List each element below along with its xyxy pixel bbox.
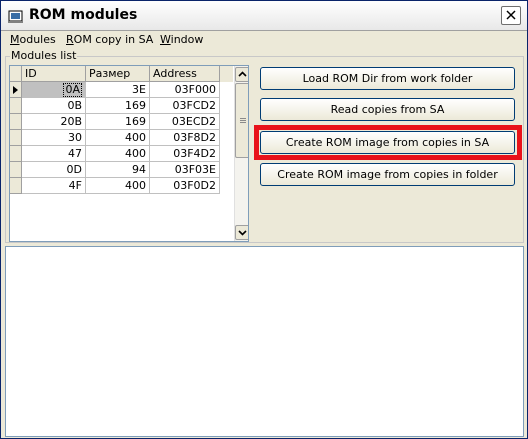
- table-row[interactable]: 0B 169 03FCD2: [10, 98, 233, 114]
- column-header-address[interactable]: Address: [150, 66, 220, 82]
- scroll-up-button[interactable]: [235, 67, 248, 82]
- row-indicator: [10, 114, 22, 130]
- table-row[interactable]: 47 400 03F4D2: [10, 146, 233, 162]
- cell-address[interactable]: 03F8D2: [150, 130, 220, 146]
- menu-rom-copy[interactable]: ROM copy in SA: [66, 33, 153, 46]
- chevron-down-icon: [238, 230, 247, 236]
- table-row[interactable]: 0A 3E 03F000: [10, 82, 233, 98]
- cell-address[interactable]: 03F03E: [150, 162, 220, 178]
- row-indicator: [10, 82, 22, 98]
- column-header-id[interactable]: ID: [22, 66, 86, 82]
- cell-id[interactable]: 0D: [22, 162, 86, 178]
- modules-grid[interactable]: ID Размер Address 0A 3E 03F000 0B 169 03…: [9, 65, 249, 242]
- close-button[interactable]: [501, 6, 521, 25]
- cell-address[interactable]: 03F4D2: [150, 146, 220, 162]
- column-header-size[interactable]: Размер: [86, 66, 150, 82]
- cell-size[interactable]: 169: [86, 114, 150, 130]
- create-rom-from-sa-button[interactable]: Create ROM image from copies in SA: [260, 131, 515, 154]
- chevron-up-icon: [238, 71, 247, 77]
- row-indicator: [10, 98, 22, 114]
- output-panel[interactable]: [5, 246, 524, 437]
- row-indicator: [10, 130, 22, 146]
- row-indicator: [10, 178, 22, 194]
- scroll-thumb[interactable]: [235, 83, 248, 158]
- app-icon: [7, 8, 25, 24]
- table-row[interactable]: 20B 169 03ECD2: [10, 114, 233, 130]
- menu-bar: Modules ROM copy in SA Window: [1, 31, 527, 49]
- cell-size[interactable]: 3E: [86, 82, 150, 98]
- row-pointer-icon: [13, 86, 18, 94]
- cell-address[interactable]: 03FCD2: [150, 98, 220, 114]
- create-rom-from-folder-button[interactable]: Create ROM image from copies in folder: [260, 163, 515, 186]
- cell-address[interactable]: 03ECD2: [150, 114, 220, 130]
- cell-id[interactable]: 0B: [22, 98, 86, 114]
- cell-address[interactable]: 03F000: [150, 82, 220, 98]
- table-row[interactable]: 4F 400 03F0D2: [10, 178, 233, 194]
- close-icon: [506, 10, 516, 20]
- modules-list-label: Modules list: [10, 49, 78, 62]
- title-bar[interactable]: ROM modules: [1, 1, 527, 31]
- cell-size[interactable]: 169: [86, 98, 150, 114]
- cell-id[interactable]: 47: [22, 146, 86, 162]
- grid-vertical-scrollbar[interactable]: [234, 66, 248, 241]
- scroll-down-button[interactable]: [235, 225, 248, 240]
- cell-size[interactable]: 94: [86, 162, 150, 178]
- cell-id[interactable]: 4F: [22, 178, 86, 194]
- cell-id[interactable]: 0A: [22, 82, 86, 98]
- read-copies-button[interactable]: Read copies from SA: [260, 98, 515, 121]
- window-title: ROM modules: [29, 7, 138, 23]
- row-indicator: [10, 146, 22, 162]
- table-row[interactable]: 30 400 03F8D2: [10, 130, 233, 146]
- rom-modules-window: ROM modules Modules ROM copy in SA Windo…: [0, 0, 528, 439]
- grid-header: ID Размер Address: [10, 66, 233, 82]
- cell-address[interactable]: 03F0D2: [150, 178, 220, 194]
- row-indicator: [10, 162, 22, 178]
- menu-modules[interactable]: Modules: [10, 33, 56, 46]
- load-rom-dir-button[interactable]: Load ROM Dir from work folder: [260, 67, 515, 90]
- header-indicator: [10, 66, 22, 82]
- cell-size[interactable]: 400: [86, 178, 150, 194]
- cell-id[interactable]: 30: [22, 130, 86, 146]
- cell-size[interactable]: 400: [86, 130, 150, 146]
- cell-id[interactable]: 20B: [22, 114, 86, 130]
- cell-size[interactable]: 400: [86, 146, 150, 162]
- table-row[interactable]: 0D 94 03F03E: [10, 162, 233, 178]
- menu-window[interactable]: Window: [160, 33, 203, 46]
